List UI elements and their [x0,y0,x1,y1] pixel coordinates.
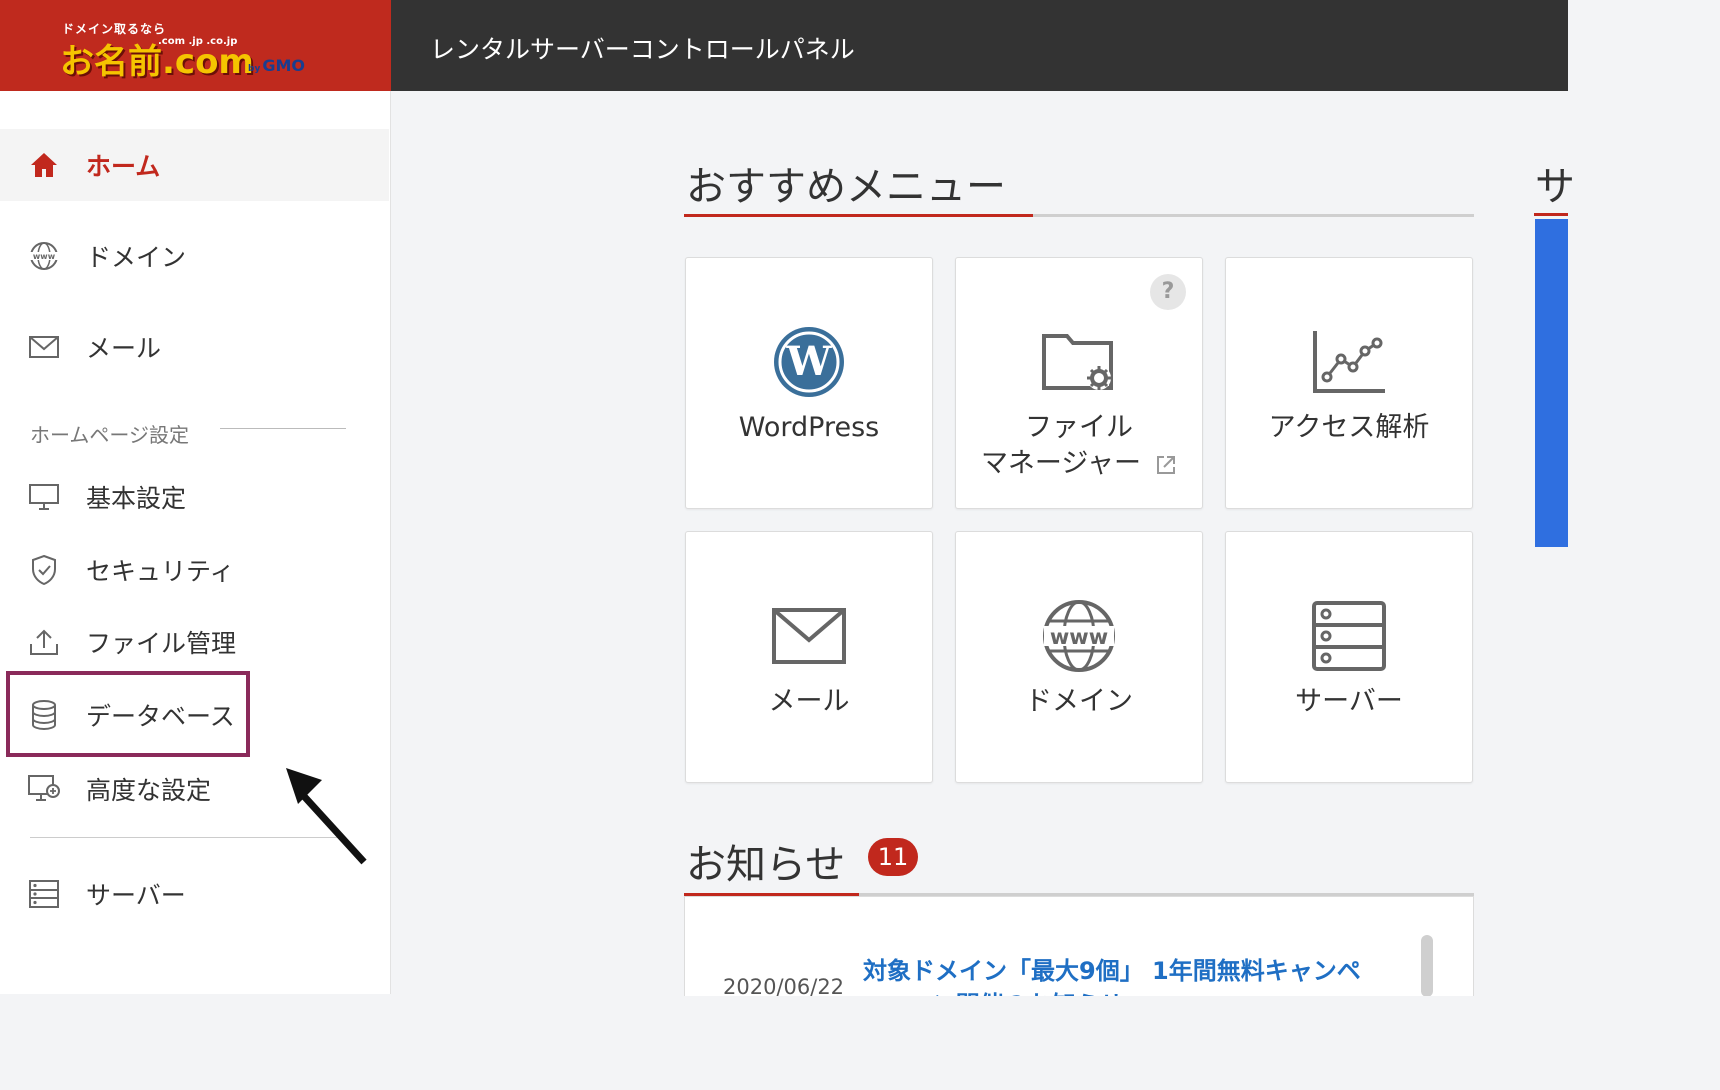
news-scrollbar[interactable] [1421,935,1433,996]
card-label: WordPress [738,412,880,443]
sidebar-item-basic-settings[interactable]: 基本設定 [0,461,389,533]
sidebar-item-label: 高度な設定 [86,776,212,805]
upload-icon [28,626,60,658]
highlight-frame [6,671,250,757]
card-label: メール [768,686,850,717]
news-count-badge: 11 [868,838,918,876]
mail-icon [769,596,849,676]
sidebar-item-security[interactable]: セキュリティ [0,534,389,606]
sidebar-item-label: ドメイン [86,243,187,272]
sidebar-item-label: 基本設定 [86,484,187,513]
arrow-annotation-icon [286,768,367,865]
folder-gear-icon [1039,322,1119,402]
server-icon [1309,596,1389,676]
top-bar: レンタルサーバーコントロールパネル [391,0,1568,91]
card-label: ドメイン [1025,686,1133,717]
section-underline-accent [684,214,1033,217]
logo-wordmark: お名前.com [60,42,254,82]
card-label: アクセス解析 [1268,412,1430,443]
sidebar-item-label: メール [86,334,162,363]
sidebar-item-label: ファイル管理 [86,629,237,658]
sidebar-item-file-management[interactable]: ファイル管理 [0,606,389,678]
mail-icon [28,331,60,363]
right-section-title: サ [1535,164,1575,210]
svg-text:www: www [1050,625,1108,649]
server-icon [28,878,60,910]
line-chart-icon [1309,322,1389,402]
sidebar-item-mail[interactable]: メール [0,311,389,383]
monitor-plus-icon [28,773,60,805]
help-icon[interactable]: ? [1150,274,1186,310]
right-banner[interactable] [1535,219,1568,547]
svg-text:W: W [786,338,833,385]
right-section-underline [1534,213,1568,216]
globe-www-icon: www [28,240,60,272]
card-server[interactable]: サーバー [1225,531,1473,783]
svg-text:www: www [33,252,56,261]
card-label: ファイル マネージャー [956,410,1202,482]
app-title: レンタルサーバーコントロールパネル [430,35,855,64]
logo[interactable]: ドメイン取るなら .com .jp .co.jp お名前.com by GMO [0,0,391,91]
globe-www-icon: www [1039,596,1119,676]
news-title-link-cont[interactable]: ーン開催のお知らせ [909,985,1123,996]
section-title-recommended: おすすめメニュー [686,164,1006,210]
sidebar-item-label: ホーム [86,152,161,181]
card-file-manager[interactable]: ? ファイル マネージャー [955,257,1203,509]
sidebar-item-domain[interactable]: www ドメイン [0,220,389,292]
shield-check-icon [28,554,60,586]
card-label: サーバー [1295,686,1403,717]
sidebar-item-label: サーバー [86,881,186,910]
monitor-icon [28,481,60,513]
wordpress-icon: W [769,322,849,402]
section-divider [220,428,346,429]
news-title-link[interactable]: 対象ドメイン「最大9個」 1年間無料キャンペ [863,951,1361,986]
section-title-news: お知らせ [686,842,846,888]
news-date: 2020/06/22 [723,975,845,996]
card-mail[interactable]: メール [685,531,933,783]
home-icon [28,149,60,181]
card-access-analytics[interactable]: アクセス解析 [1225,257,1473,509]
card-domain[interactable]: www ドメイン [955,531,1203,783]
sidebar-item-server[interactable]: サーバー [0,858,389,930]
sidebar-section-label: ホームページ設定 [30,423,189,447]
sidebar-item-home[interactable]: ホーム [0,129,389,201]
card-wordpress[interactable]: W WordPress [685,257,933,509]
external-link-icon [1157,455,1176,474]
sidebar-item-label: セキュリティ [86,557,235,586]
news-list: 2020/06/22 対象ドメイン「最大9個」 1年間無料キャンペ ーン開催のお… [684,896,1474,996]
logo-gmo: by GMO [248,56,305,75]
